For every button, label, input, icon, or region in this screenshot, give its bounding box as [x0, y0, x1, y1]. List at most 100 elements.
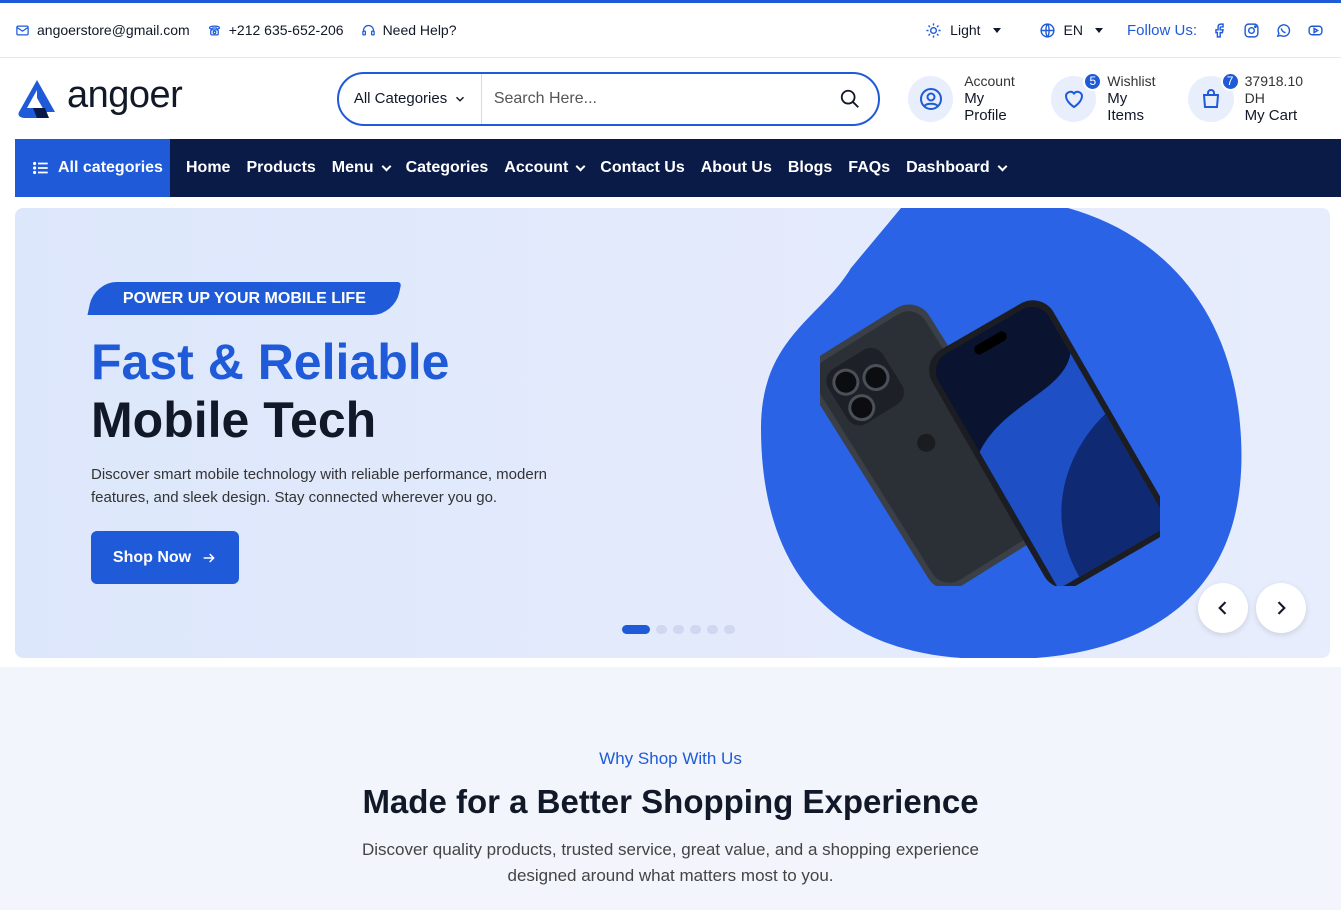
why-title: Made for a Better Shopping Experience	[362, 783, 979, 820]
logo[interactable]: angoer	[15, 74, 337, 120]
slider-dot[interactable]	[707, 625, 718, 634]
main-header: angoer All Categories Search Here... Acc…	[0, 58, 1341, 139]
account-value: My Profile	[964, 90, 1007, 124]
all-categories-label: All categories	[58, 159, 163, 176]
phone-text: +212 635-652-206	[228, 22, 344, 38]
headset-icon	[361, 24, 375, 35]
cart-link[interactable]: 7 37918.10 DH My Cart	[1188, 71, 1326, 124]
heart-icon	[1064, 90, 1083, 108]
help-text: Need Help?	[382, 22, 457, 38]
cart-count-badge: 7	[1220, 71, 1240, 91]
hero-description: Discover smart mobile technology with re…	[91, 466, 548, 506]
search-input[interactable]: Search Here...	[482, 90, 822, 108]
chevron-left-icon	[1218, 601, 1227, 615]
nav-blogs[interactable]: Blogs	[788, 159, 832, 177]
nav-contact[interactable]: Contact Us	[600, 159, 684, 177]
nav-blogs-label: Blogs	[787, 159, 833, 176]
slider-dot[interactable]	[673, 625, 684, 634]
instagram-icon[interactable]	[1241, 20, 1262, 41]
slider-dot[interactable]	[656, 625, 667, 634]
chevron-down-icon	[381, 161, 392, 171]
slider-prev-button[interactable]	[1198, 583, 1248, 633]
phone-icon	[208, 24, 220, 35]
nav-account-label: Account	[504, 159, 569, 176]
shop-now-button[interactable]: Shop Now	[91, 531, 239, 584]
logo-text: angoer	[67, 74, 183, 116]
search-category-select[interactable]: All Categories	[339, 73, 482, 124]
phone-image	[820, 300, 1160, 586]
shop-now-label: Shop Now	[112, 548, 192, 566]
help-link[interactable]: Need Help?	[361, 22, 457, 38]
user-icon	[919, 87, 942, 110]
nav-products[interactable]: Products	[246, 159, 315, 177]
slider-dot[interactable]	[724, 625, 735, 634]
nav-dashboard-label: Dashboard	[906, 159, 990, 176]
search-category-label: All Categories	[353, 90, 448, 107]
logo-mark-icon	[18, 79, 55, 118]
slider-dot[interactable]	[622, 625, 650, 634]
whatsapp-icon[interactable]	[1273, 20, 1294, 41]
account-label: Account	[964, 73, 1015, 89]
phone-link[interactable]: +212 635-652-206	[207, 22, 344, 38]
nav-account[interactable]: Account	[504, 159, 586, 177]
nav-menu-label: Menu	[331, 159, 374, 176]
nav-products-label: Products	[246, 159, 316, 176]
theme-label: Light	[950, 22, 981, 38]
nav-about[interactable]: About Us	[701, 159, 772, 177]
all-categories-button[interactable]: All categories	[15, 139, 170, 197]
chevron-down-icon	[455, 96, 464, 102]
list-icon	[33, 161, 48, 175]
wishlist-value: My Items	[1107, 90, 1144, 124]
language-label: EN	[1063, 22, 1083, 38]
chevron-right-icon	[1277, 601, 1286, 615]
account-icon-wrap	[907, 75, 954, 122]
caret-down-icon	[992, 27, 1001, 33]
nav-home[interactable]: Home	[186, 159, 230, 177]
cart-label: My Cart	[1244, 107, 1298, 124]
nav-categories-label: Categories	[405, 159, 489, 176]
chevron-down-icon	[575, 161, 586, 171]
nav-dashboard[interactable]: Dashboard	[906, 159, 1008, 177]
cart-icon-wrap: 7	[1188, 71, 1240, 122]
slider-pagination	[622, 625, 735, 634]
wishlist-link[interactable]: 5 Wishlist My Items	[1050, 71, 1167, 124]
shopping-bag-icon	[1202, 88, 1220, 108]
hero-tagline-text: POWER UP YOUR MOBILE LIFE	[123, 289, 366, 307]
arrow-right-icon	[203, 552, 215, 563]
hero-tagline: POWER UP YOUR MOBILE LIFE	[87, 282, 402, 315]
wishlist-count-badge: 5	[1083, 71, 1103, 91]
facebook-icon[interactable]	[1209, 20, 1230, 41]
sun-icon	[926, 22, 941, 38]
search-button[interactable]	[822, 88, 878, 110]
cart-total: 37918.10 DH	[1244, 73, 1304, 106]
theme-dropdown[interactable]: Light	[925, 22, 1001, 39]
top-bar: angoerstore@gmail.com +212 635-652-206 N…	[0, 3, 1341, 58]
slider-dot[interactable]	[690, 625, 701, 634]
slider-next-button[interactable]	[1256, 583, 1306, 633]
nav-contact-label: Contact Us	[600, 159, 685, 176]
hero-slider: POWER UP YOUR MOBILE LIFE Fast & Reliabl…	[15, 208, 1330, 658]
main-nav: All categories Home Products Menu Catego…	[15, 139, 1341, 197]
youtube-icon[interactable]	[1305, 20, 1326, 41]
search-icon	[840, 89, 859, 108]
language-dropdown[interactable]: EN	[1039, 22, 1103, 39]
globe-icon	[1039, 22, 1055, 38]
nav-home-label: Home	[186, 159, 231, 176]
nav-categories[interactable]: Categories	[406, 159, 489, 177]
account-link[interactable]: Account My Profile	[907, 73, 1030, 124]
nav-menu[interactable]: Menu	[331, 159, 392, 177]
wishlist-icon-wrap: 5	[1050, 71, 1103, 122]
hero-title-line-2: Mobile Tech	[91, 392, 377, 448]
social-links	[1209, 20, 1326, 41]
mail-icon	[16, 25, 29, 35]
nav-faqs[interactable]: FAQs	[848, 159, 890, 177]
nav-about-label: About Us	[700, 159, 772, 176]
why-description: Discover quality products, trusted servi…	[361, 840, 980, 885]
search-bar: All Categories Search Here...	[336, 71, 880, 126]
why-shop-section: Why Shop With Us Made for a Better Shopp…	[0, 667, 1341, 910]
nav-faqs-label: FAQs	[848, 159, 891, 176]
chevron-down-icon	[997, 161, 1008, 171]
hero-title-line-1: Fast & Reliable	[91, 334, 450, 390]
email-link[interactable]: angoerstore@gmail.com	[15, 22, 190, 38]
follow-label: Follow Us:	[1126, 21, 1197, 39]
